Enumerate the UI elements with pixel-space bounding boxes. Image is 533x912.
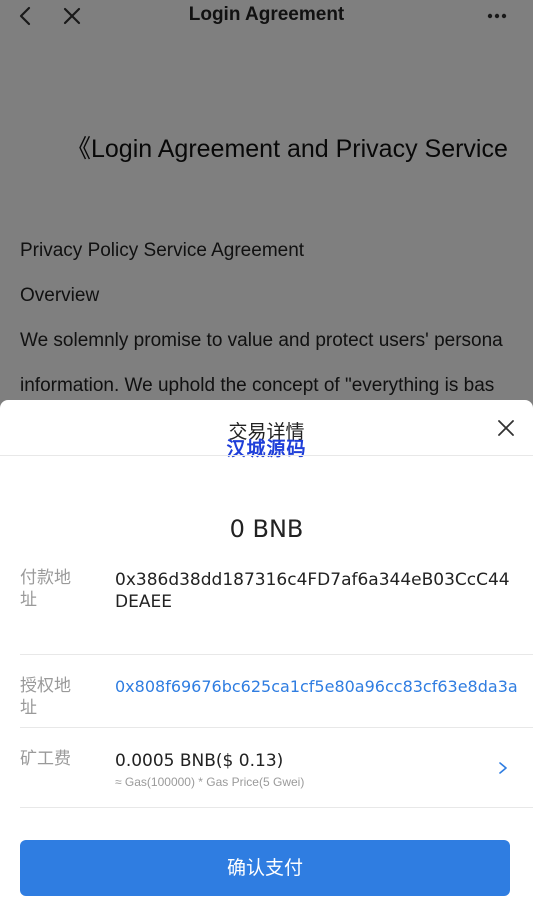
miner-fee-detail: ≈ Gas(100000) * Gas Price(5 Gwei) [115, 775, 305, 789]
divider [20, 807, 533, 808]
divider [20, 654, 533, 655]
watermark-text: 汉城源码 [226, 438, 307, 460]
miner-fee-label: 矿工费 [20, 749, 71, 769]
authorized-address-label: 授权地址 [20, 676, 71, 718]
miner-fee-value[interactable]: 0.0005 BNB($ 0.13) [115, 750, 475, 772]
transaction-detail-sheet: 交易详情 汉城源码 0 BNB 付款地址 0x386d38dd187316c4F… [0, 400, 533, 912]
transaction-amount: 0 BNB [229, 515, 304, 543]
screen: Login Agreement 《Login Agreement and Pri… [0, 0, 533, 912]
payment-address-label: 付款地址 [20, 568, 71, 610]
divider [20, 727, 533, 728]
divider [0, 455, 533, 456]
chevron-right-icon[interactable] [496, 760, 510, 776]
confirm-payment-button[interactable]: 确认支付 [20, 840, 510, 896]
payment-address-value: 0x386d38dd187316c4FD7af6a344eB03CcC44DEA… [115, 570, 510, 612]
authorized-address-link[interactable]: 0x808f69676bc625ca1cf5e80a96cc83cf63e8da… [115, 676, 518, 698]
close-icon[interactable] [496, 418, 516, 438]
